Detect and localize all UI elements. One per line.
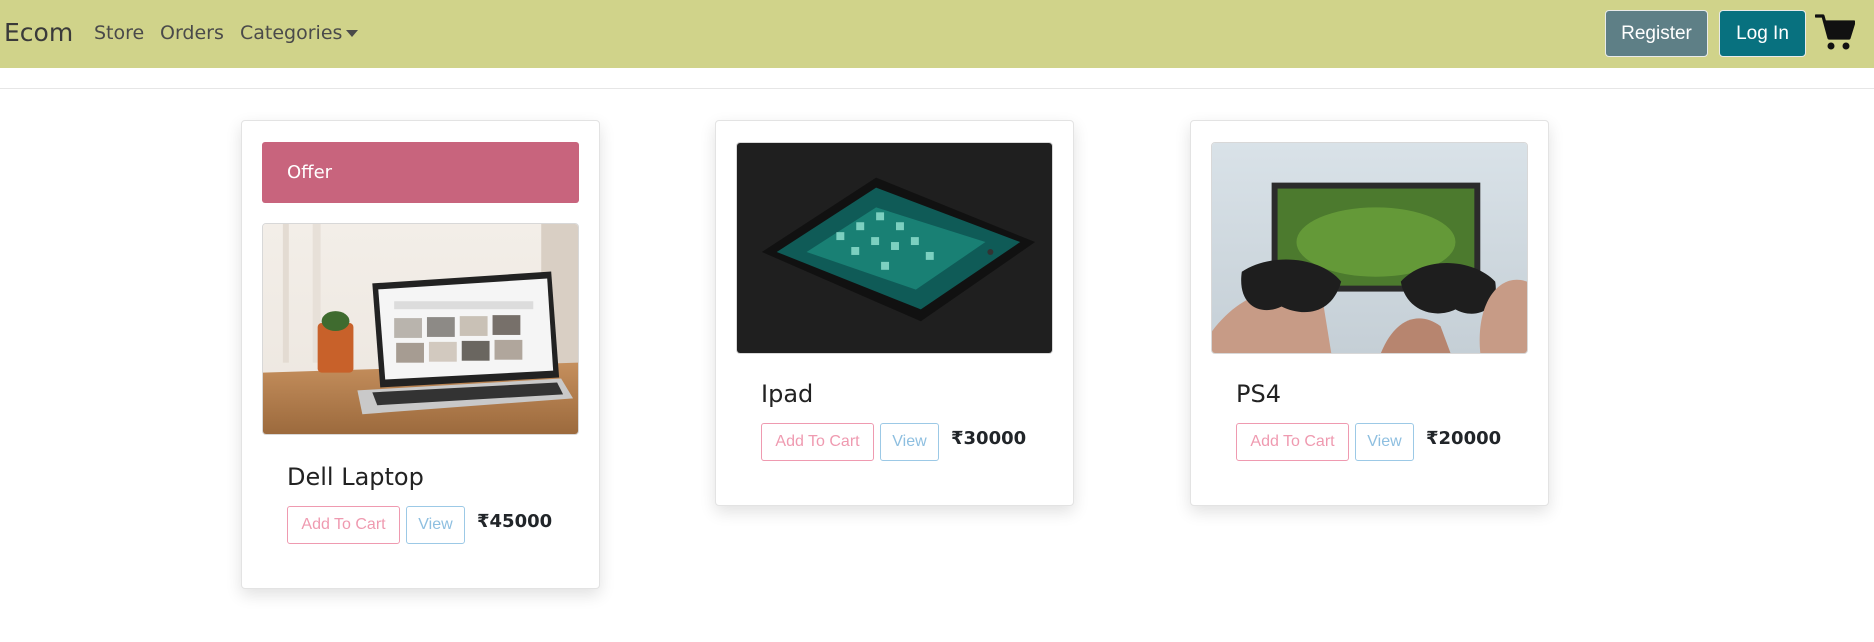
product-title: PS4	[1236, 380, 1281, 408]
product-price: ₹20000	[1426, 428, 1502, 449]
nav-categories-dropdown[interactable]: Categories	[240, 22, 342, 44]
tablet-photo[interactable]	[736, 142, 1053, 354]
register-button[interactable]: Register	[1605, 10, 1708, 57]
product-title: Dell Laptop	[287, 463, 424, 491]
add-to-cart-button[interactable]: Add To Cart	[761, 423, 874, 461]
game-controller-photo[interactable]	[1211, 142, 1528, 354]
product-card: Offer Dell Laptop Add To Cart View ₹4500…	[241, 120, 600, 589]
view-button[interactable]: View	[880, 423, 939, 461]
chevron-down-icon[interactable]	[346, 30, 358, 37]
header-divider	[0, 88, 1874, 89]
laptop-photo[interactable]	[262, 223, 579, 435]
shopping-cart-icon[interactable]	[1814, 13, 1856, 51]
add-to-cart-button[interactable]: Add To Cart	[287, 506, 400, 544]
navbar: Ecom Store Orders Categories Register Lo…	[0, 0, 1874, 68]
product-card: PS4 Add To Cart View ₹20000	[1190, 120, 1549, 506]
product-title: Ipad	[761, 380, 814, 408]
add-to-cart-button[interactable]: Add To Cart	[1236, 423, 1349, 461]
product-price: ₹45000	[477, 511, 553, 532]
login-button[interactable]: Log In	[1719, 10, 1806, 57]
nav-store[interactable]: Store	[94, 22, 144, 44]
product-card: Ipad Add To Cart View ₹30000	[715, 120, 1074, 506]
brand-logo[interactable]: Ecom	[4, 18, 73, 47]
view-button[interactable]: View	[406, 506, 465, 544]
view-button[interactable]: View	[1355, 423, 1414, 461]
offer-badge: Offer	[262, 142, 579, 203]
nav-orders[interactable]: Orders	[160, 22, 224, 44]
product-price: ₹30000	[951, 428, 1027, 449]
